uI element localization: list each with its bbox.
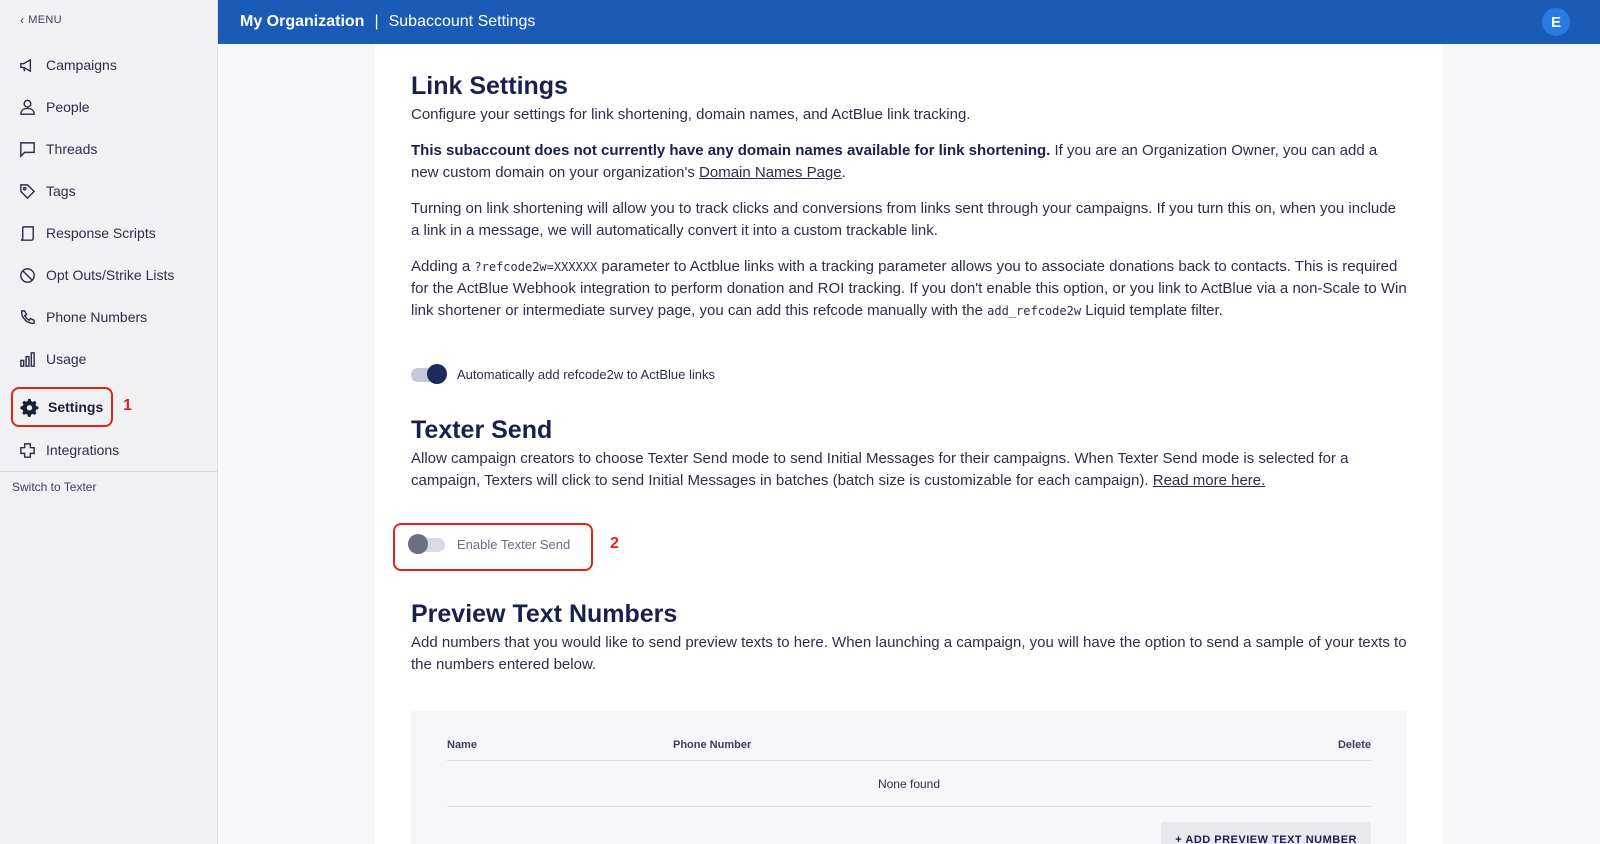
sidebar-item-label: Response Scripts <box>46 225 156 241</box>
no-domain-notice: This subaccount does not currently have … <box>411 140 1407 184</box>
highlight-box-texter-send <box>393 523 593 571</box>
sidebar-item-opt-outs[interactable]: Opt Outs/Strike Lists <box>18 262 174 288</box>
domain-names-link[interactable]: Domain Names Page <box>699 164 842 181</box>
sidebar-item-label: Integrations <box>46 442 120 458</box>
sidebar-item-response-scripts[interactable]: Response Scripts <box>18 220 156 246</box>
sidebar-item-label: Opt Outs/Strike Lists <box>46 267 175 283</box>
texter-send-title: Texter Send <box>411 416 553 444</box>
refcode-toggle-label: Automatically add refcode2w to ActBlue l… <box>457 367 715 382</box>
preview-numbers-desc: Add numbers that you would like to send … <box>411 634 1407 673</box>
script-icon <box>20 225 34 241</box>
megaphone-icon <box>20 58 32 72</box>
sidebar-item-label: People <box>46 99 90 115</box>
main-content: Link Settings Configure your settings fo… <box>375 44 1443 844</box>
tag-icon <box>20 183 36 199</box>
annotation-marker-2: 2 <box>610 535 619 552</box>
link-settings-intro: Configure your settings for link shorten… <box>411 106 971 123</box>
sidebar-item-label: Phone Numbers <box>46 309 148 325</box>
menu-back-button[interactable]: ‹ MENU <box>20 13 62 27</box>
table-divider <box>447 806 1371 807</box>
menu-back-label: MENU <box>28 14 62 26</box>
sidebar-item-label: Usage <box>46 351 87 367</box>
sidebar-item-label: Campaigns <box>46 57 117 73</box>
preview-numbers-table: Name Phone Number Delete None found + AD… <box>411 711 1407 844</box>
toggle-switch-on[interactable] <box>411 363 447 384</box>
read-more-link[interactable]: Read more here. <box>1153 472 1266 489</box>
column-header-phone: Phone Number <box>673 739 752 751</box>
breadcrumb-separator: | <box>374 13 379 30</box>
bar-chart-icon <box>20 351 35 367</box>
phone-icon <box>21 309 35 324</box>
person-icon <box>20 99 35 115</box>
sidebar-item-label: Tags <box>46 183 76 199</box>
no-domain-bold: This subaccount does not currently have … <box>411 142 1051 159</box>
sidebar-item-campaigns[interactable]: Campaigns <box>18 52 117 78</box>
refcode-filter: add_refcode2w <box>987 304 1082 318</box>
highlight-box-settings <box>11 387 113 427</box>
puzzle-icon <box>20 442 35 458</box>
link-settings-title: Link Settings <box>411 72 568 100</box>
sidebar: ‹ MENU Campaigns People Threads Tags Res… <box>0 0 218 844</box>
add-preview-number-button[interactable]: + ADD PREVIEW TEXT NUMBER <box>1161 822 1371 844</box>
avatar[interactable]: E <box>1542 8 1570 36</box>
sidebar-item-threads[interactable]: Threads <box>18 136 97 162</box>
period: . <box>841 164 846 181</box>
sidebar-divider <box>0 471 218 472</box>
refcode-post: Liquid template filter. <box>1081 302 1223 319</box>
texter-send-desc: Allow campaign creators to choose Texter… <box>411 448 1407 492</box>
organization-name[interactable]: My Organization <box>240 13 364 31</box>
empty-state: None found <box>877 777 941 791</box>
sidebar-item-people[interactable]: People <box>18 94 90 120</box>
sidebar-item-phone-numbers[interactable]: Phone Numbers <box>18 304 147 330</box>
block-icon <box>20 267 35 283</box>
chevron-left-icon: ‹ <box>20 13 25 27</box>
switch-to-texter-link[interactable]: Switch to Texter <box>12 480 96 494</box>
refcode-pre: Adding a <box>411 258 475 275</box>
chat-icon <box>20 141 35 158</box>
sidebar-item-label: Threads <box>46 141 98 157</box>
column-header-delete: Delete <box>1337 739 1371 751</box>
preview-numbers-title: Preview Text Numbers <box>411 600 678 628</box>
page-title: Subaccount Settings <box>388 13 536 30</box>
refcode-text: Adding a ?refcode2w=XXXXXX parameter to … <box>411 256 1407 322</box>
refcode-toggle[interactable]: Automatically add refcode2w to ActBlue l… <box>411 363 715 384</box>
sidebar-item-usage[interactable]: Usage <box>18 346 86 372</box>
annotation-marker-1: 1 <box>123 397 132 414</box>
refcode-code: ?refcode2w=XXXXXX <box>474 260 598 274</box>
table-divider <box>447 760 1371 761</box>
top-header: My Organization | Subaccount Settings E <box>218 0 1600 44</box>
toggle-knob <box>427 363 447 384</box>
shortening-text: Turning on link shortening will allow yo… <box>411 200 1396 239</box>
sidebar-item-tags[interactable]: Tags <box>18 178 76 204</box>
column-header-name: Name <box>447 739 477 751</box>
sidebar-item-integrations[interactable]: Integrations <box>18 437 119 463</box>
